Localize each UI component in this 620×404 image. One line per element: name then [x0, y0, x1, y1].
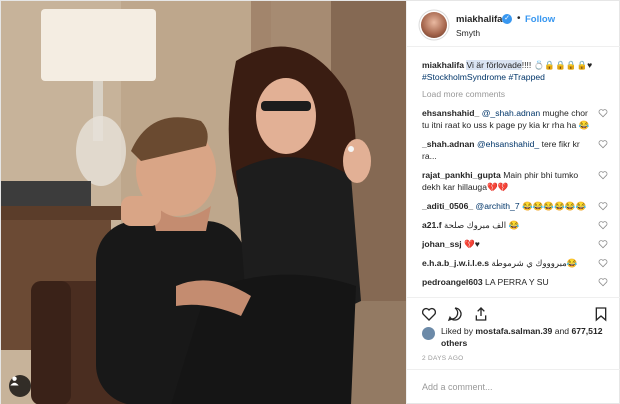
comment-username[interactable]: rajat_pankhi_gupta	[422, 170, 501, 180]
comment-row: rajat_pankhi_gupta Main phir bhi tumko d…	[422, 169, 608, 193]
caption-username[interactable]: miakhalifa	[422, 60, 464, 70]
caption: miakhalifa Vi är förlovade!!!! 💍🔒🔒🔒🔒♥ #S…	[422, 59, 608, 83]
comment-row: _shah.adnan @ehsanshahid_ tere fikr kr r…	[422, 138, 608, 162]
add-comment-bar[interactable]: Add a comment...	[407, 369, 620, 404]
comment-username[interactable]: ehsanshahid_	[422, 108, 479, 118]
comment-like-heart-icon[interactable]	[598, 201, 608, 211]
comment-like-heart-icon[interactable]	[598, 108, 608, 118]
comment-username[interactable]: a21.f	[422, 220, 442, 230]
comment-icon[interactable]	[447, 306, 463, 322]
location-link[interactable]: Smyth	[456, 28, 480, 38]
action-bar	[407, 297, 620, 327]
comment-row: pedroangel603 LA PERRA Y SU	[422, 276, 608, 288]
share-icon[interactable]	[473, 306, 489, 322]
comment-mention[interactable]: @ehsanshahid_	[477, 139, 539, 149]
likes-user[interactable]: mostafa.salman.39	[475, 326, 552, 336]
comment-row: e.h.a.b_j.w.i.l.e.s مبروووك ي شرموطة😂	[422, 257, 608, 269]
avatar[interactable]	[421, 12, 447, 38]
comment-text: 😂😂😂😂😂😂	[519, 201, 587, 211]
heart-icon[interactable]	[421, 306, 437, 322]
verified-icon: ✓	[502, 14, 512, 24]
comment-username[interactable]: _shah.adnan	[422, 139, 475, 149]
header-username[interactable]: miakhalifa	[456, 14, 502, 25]
comment-text: الف مبروك صلحة 😂	[443, 220, 520, 230]
comment-text: LA PERRA Y SU	[485, 277, 549, 287]
comment-username[interactable]: e.h.a.b_j.w.i.l.e.s	[422, 258, 489, 268]
load-more-comments-link[interactable]: Load more comments	[422, 89, 608, 99]
caption-text-highlight: Vi är förlovade	[466, 60, 522, 70]
user-tag-icon[interactable]	[9, 375, 31, 397]
comment-row: johan_ssj 💔♥	[422, 238, 608, 250]
comment-mention[interactable]: @archith_7	[476, 201, 520, 211]
caption-hashtags[interactable]: #StockholmSyndrome #Trapped	[422, 72, 545, 82]
comment-like-heart-icon[interactable]	[598, 239, 608, 249]
comment-username[interactable]: _aditi_0506_	[422, 201, 473, 211]
comment-username[interactable]: johan_ssj	[422, 239, 462, 249]
comment-mention[interactable]: @_shah.adnan	[482, 108, 540, 118]
comment-like-heart-icon[interactable]	[598, 258, 608, 268]
comment-username[interactable]: pedroangel603	[422, 277, 483, 287]
instagram-post: miakhalifa ✓ • Follow Smyth miakhalifa V…	[0, 0, 620, 404]
add-comment-input[interactable]: Add a comment...	[422, 382, 493, 392]
caption-text: !!!! 💍🔒🔒🔒🔒♥	[521, 60, 593, 70]
comment-like-heart-icon[interactable]	[598, 220, 608, 230]
comments-list[interactable]: miakhalifa Vi är förlovade!!!! 💍🔒🔒🔒🔒♥ #S…	[407, 59, 620, 297]
post-header: miakhalifa ✓ • Follow Smyth	[407, 1, 620, 47]
likes-middle: and	[552, 326, 572, 336]
follow-button[interactable]: Follow	[525, 14, 555, 25]
photo-illustration	[1, 1, 406, 404]
comment-row: a21.f الف مبروك صلحة 😂	[422, 219, 608, 231]
liker-avatar[interactable]	[422, 327, 435, 340]
comment-like-heart-icon[interactable]	[598, 170, 608, 180]
save-icon[interactable]	[593, 306, 609, 322]
header-separator: •	[517, 13, 521, 24]
comment-like-heart-icon[interactable]	[598, 139, 608, 149]
likes-summary: Liked by mostafa.salman.39 and 677,512 o…	[422, 325, 612, 351]
comment-row: _aditi_0506_ @archith_7 😂😂😂😂😂😂	[422, 200, 608, 212]
comment-text: 💔♥	[464, 239, 480, 249]
comment-like-heart-icon[interactable]	[598, 277, 608, 287]
post-side-panel: miakhalifa ✓ • Follow Smyth miakhalifa V…	[406, 1, 620, 404]
likes-text: Liked by mostafa.salman.39 and 677,512 o…	[441, 325, 611, 349]
likes-prefix: Liked by	[441, 326, 476, 336]
comment-row: ehsanshahid_ @_shah.adnan mughe chor tu …	[422, 107, 608, 131]
comment-text: مبروووك ي شرموطة😂	[491, 258, 578, 268]
post-photo[interactable]	[1, 1, 406, 404]
post-timestamp[interactable]: 2 DAYS AGO	[422, 355, 464, 362]
